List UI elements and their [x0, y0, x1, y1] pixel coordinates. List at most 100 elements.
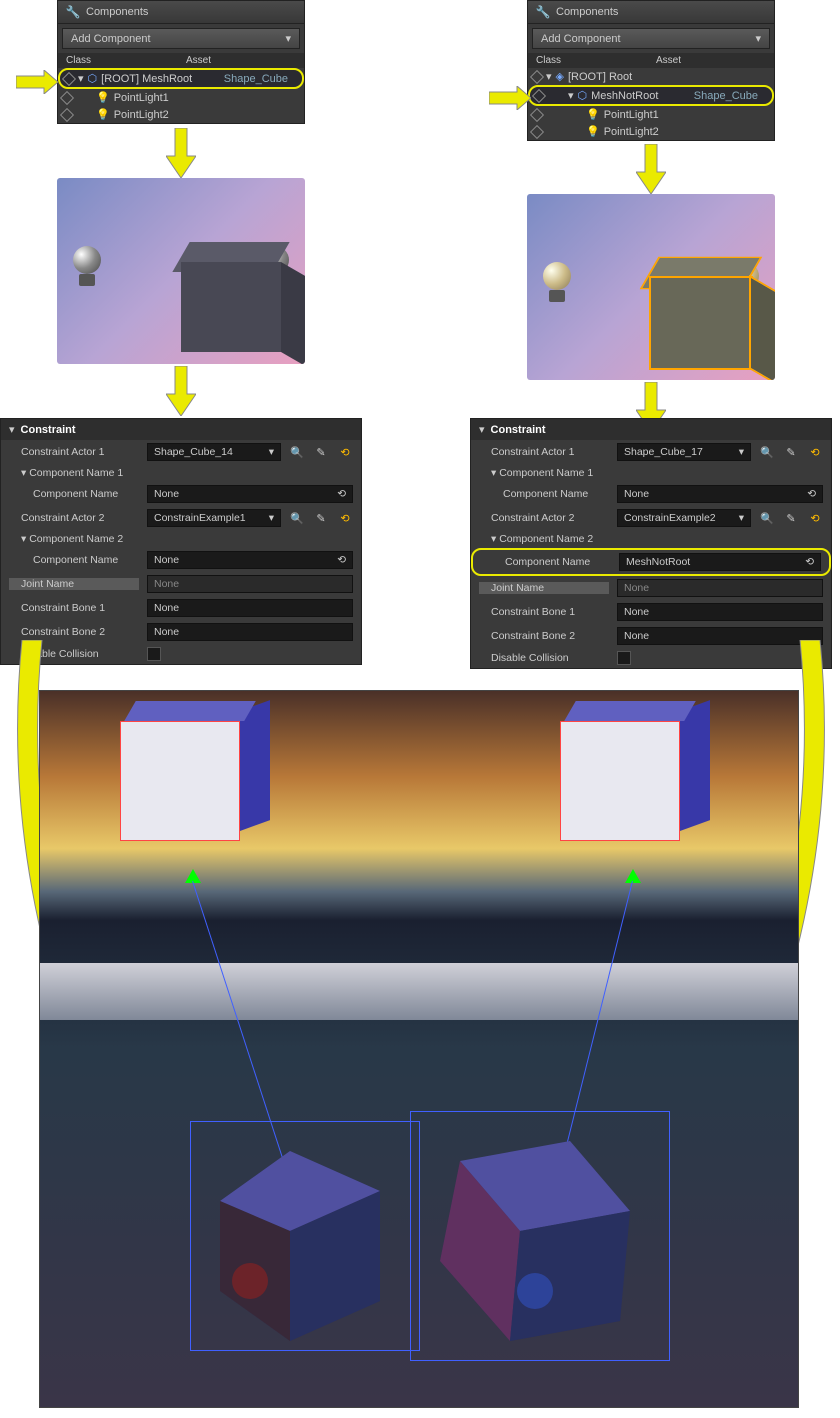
compname1-field[interactable]: None⟲: [617, 485, 823, 503]
diamond-icon: [532, 88, 546, 102]
prop-label: Component Name: [479, 488, 609, 500]
tree-row-light1[interactable]: 💡 PointLight1: [58, 89, 304, 106]
fallen-cube-right: [420, 1131, 650, 1361]
lightbulb-gizmo-icon: [67, 246, 107, 296]
diamond-icon: [60, 107, 74, 121]
diamond-icon: [62, 71, 76, 85]
components-panel-right: 🔧 Components Add Component▾ ClassAsset ▾…: [527, 0, 775, 141]
bulb-icon: 💡: [586, 108, 600, 121]
compname2-field[interactable]: MeshNotRoot⟲: [619, 553, 821, 571]
arrow-down-icon: [166, 366, 196, 416]
prop-label: Constraint Bone 1: [9, 602, 139, 614]
viewport-preview-right: [527, 194, 775, 380]
hanging-cube-right: [560, 721, 700, 861]
tree-row-light2[interactable]: 💡 PointLight2: [528, 123, 774, 140]
search-icon[interactable]: 🔍: [289, 510, 305, 526]
constraint-panel-right: ▾Constraint Constraint Actor 1 Shape_Cube…: [470, 418, 832, 669]
fallen-cube-left: [210, 1141, 420, 1351]
actor2-field[interactable]: ConstrainExample1▾: [147, 509, 281, 527]
expand-icon[interactable]: ▾: [546, 70, 552, 83]
bone1-field[interactable]: None: [617, 603, 823, 621]
dropdown-icon: ▾: [285, 32, 291, 45]
tree-row-light2[interactable]: 💡 PointLight2: [58, 106, 304, 123]
expand-icon[interactable]: ▾: [568, 89, 574, 102]
bone2-field[interactable]: None: [147, 623, 353, 641]
tree-row-root[interactable]: ▾ ⬡ [ROOT] MeshRoot Shape_Cube: [58, 68, 304, 89]
prop-label: Joint Name: [9, 578, 139, 590]
actor2-field[interactable]: ConstrainExample2▾: [617, 509, 751, 527]
add-component-button[interactable]: Add Component▾: [532, 28, 770, 49]
bulb-icon: 💡: [586, 125, 600, 138]
search-icon[interactable]: 🔍: [759, 510, 775, 526]
panel-title: Components: [556, 6, 618, 18]
reset-icon[interactable]: ⟲: [337, 444, 353, 460]
prop-label[interactable]: ▾ Component Name 1: [9, 467, 139, 479]
diamond-icon: [530, 69, 544, 83]
prop-label: Constraint Actor 1: [9, 446, 139, 458]
mesh-icon: ⬡: [88, 72, 98, 85]
wrench-icon: 🔧: [536, 5, 550, 19]
arrow-down-icon: [166, 128, 196, 178]
actor1-field[interactable]: Shape_Cube_17▾: [617, 443, 751, 461]
section-header[interactable]: ▾Constraint: [1, 419, 361, 440]
prop-label: Constraint Actor 1: [479, 446, 609, 458]
prop-label: Constraint Bone 2: [9, 626, 139, 638]
wrench-icon: 🔧: [66, 5, 80, 19]
tree-row-light1[interactable]: 💡 PointLight1: [528, 106, 774, 123]
constraint-panel-left: ▾Constraint Constraint Actor 1 Shape_Cube…: [0, 418, 362, 665]
hanging-cube-left: [120, 721, 260, 861]
bulb-icon: 💡: [96, 108, 110, 121]
bone1-field[interactable]: None: [147, 599, 353, 617]
reset-icon[interactable]: ⟲: [807, 444, 823, 460]
eyedropper-icon[interactable]: ✎: [313, 510, 329, 526]
prop-label: Constraint Bone 1: [479, 606, 609, 618]
reset-icon[interactable]: ⟲: [807, 510, 823, 526]
lightbulb-gizmo-icon: [537, 262, 577, 312]
mesh-icon: ⬡: [578, 89, 588, 102]
arrow-down-icon: [636, 144, 666, 194]
tree-headers: ClassAsset: [528, 53, 774, 68]
tree-headers: ClassAsset: [58, 53, 304, 68]
reset-icon[interactable]: ⟲: [337, 510, 353, 526]
panel-header: 🔧 Components: [528, 1, 774, 24]
search-icon[interactable]: 🔍: [289, 444, 305, 460]
diamond-icon: [530, 107, 544, 121]
search-icon[interactable]: 🔍: [759, 444, 775, 460]
expand-icon: ▾: [479, 423, 485, 436]
prop-label: Component Name: [9, 554, 139, 566]
tree-row-root[interactable]: ▾ ◈ [ROOT] Root: [528, 68, 774, 85]
expand-icon: ▾: [9, 423, 15, 436]
prop-label[interactable]: ▾ Component Name 1: [479, 467, 609, 479]
compname2-field[interactable]: None⟲: [147, 551, 353, 569]
panel-title: Components: [86, 6, 148, 18]
prop-label: Component Name: [481, 556, 611, 568]
prop-label: Constraint Actor 2: [479, 512, 609, 524]
prop-label[interactable]: ▾ Component Name 2: [479, 533, 609, 545]
components-panel-left: 🔧 Components Add Component▾ ClassAsset ▾…: [57, 0, 305, 124]
simulation-viewport[interactable]: [39, 690, 799, 1408]
jointname-field[interactable]: None: [617, 579, 823, 597]
panel-header: 🔧 Components: [58, 1, 304, 24]
eyedropper-icon[interactable]: ✎: [783, 510, 799, 526]
expand-icon[interactable]: ▾: [78, 72, 84, 85]
actor1-field[interactable]: Shape_Cube_14▾: [147, 443, 281, 461]
section-header[interactable]: ▾Constraint: [471, 419, 831, 440]
pointer-arrow-right-icon: [489, 86, 531, 110]
add-component-button[interactable]: Add Component▾: [62, 28, 300, 49]
prop-label: Constraint Actor 2: [9, 512, 139, 524]
floor-mesh: [40, 963, 798, 1020]
tree-row-mesh[interactable]: ▾ ⬡ MeshNotRoot Shape_Cube: [528, 85, 774, 106]
diamond-icon: [530, 124, 544, 138]
eyedropper-icon[interactable]: ✎: [783, 444, 799, 460]
jointname-field[interactable]: None: [147, 575, 353, 593]
prop-label: Joint Name: [479, 582, 609, 594]
bulb-icon: 💡: [96, 91, 110, 104]
compname1-field[interactable]: None⟲: [147, 485, 353, 503]
eyedropper-icon[interactable]: ✎: [313, 444, 329, 460]
dropdown-icon: ▾: [755, 32, 761, 45]
pointer-arrow-left-icon: [16, 70, 58, 94]
prop-label[interactable]: ▾ Component Name 2: [9, 533, 139, 545]
diamond-icon: [60, 90, 74, 104]
scene-icon: ◈: [556, 70, 564, 83]
prop-label: Component Name: [9, 488, 139, 500]
